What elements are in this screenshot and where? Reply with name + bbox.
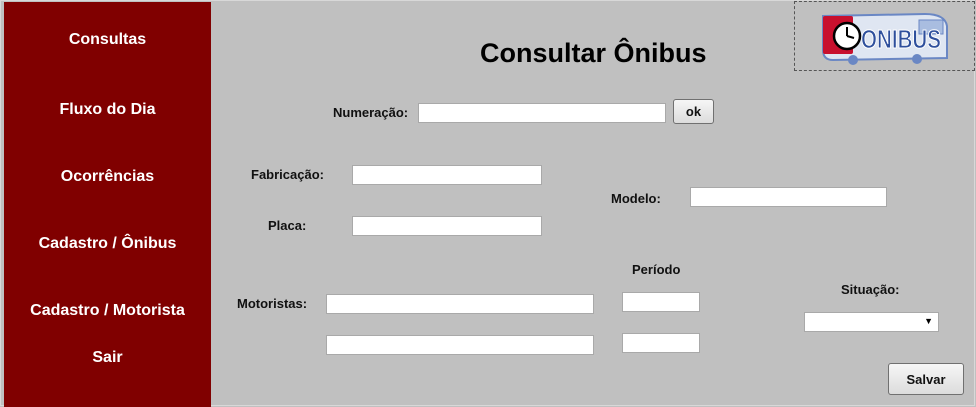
- ok-button[interactable]: ok: [673, 99, 714, 124]
- fabricacao-label: Fabricação:: [251, 167, 324, 182]
- sidebar-item-cadastro-onibus[interactable]: Cadastro / Ônibus: [4, 235, 211, 253]
- periodo-label: Período: [632, 262, 681, 277]
- salvar-button[interactable]: Salvar: [888, 363, 964, 395]
- sidebar-item-consultas[interactable]: Consultas: [4, 31, 211, 49]
- modelo-label: Modelo:: [611, 191, 661, 206]
- placa-label: Placa:: [268, 218, 307, 233]
- fabricacao-input[interactable]: [352, 165, 542, 185]
- sidebar-item-cadastro-motorista[interactable]: Cadastro / Motorista: [4, 302, 211, 320]
- periodo-end-input[interactable]: [622, 333, 700, 353]
- logo: ONIBUS: [822, 12, 948, 65]
- logo-container: ONIBUS: [794, 1, 975, 71]
- situacao-label: Situação:: [841, 282, 900, 297]
- sidebar-item-sair[interactable]: Sair: [4, 349, 211, 367]
- situacao-select[interactable]: ▼: [804, 312, 939, 332]
- clock-icon: [832, 21, 862, 51]
- chevron-down-icon: ▼: [924, 316, 933, 326]
- periodo-start-input[interactable]: [622, 292, 700, 312]
- placa-input[interactable]: [352, 216, 542, 236]
- numeracao-input[interactable]: [418, 103, 666, 123]
- modelo-input[interactable]: [690, 187, 887, 207]
- motorista-2-input[interactable]: [326, 335, 594, 355]
- numeracao-label: Numeração:: [333, 105, 409, 120]
- sidebar-item-fluxo-do-dia[interactable]: Fluxo do Dia: [4, 101, 211, 119]
- sidebar: Consultas Fluxo do Dia Ocorrências Cadas…: [4, 2, 211, 407]
- motorista-1-input[interactable]: [326, 294, 594, 314]
- page-title: Consultar Ônibus: [480, 38, 707, 68]
- sidebar-item-ocorrencias[interactable]: Ocorrências: [4, 168, 211, 186]
- motoristas-label: Motoristas:: [237, 296, 308, 311]
- logo-text: ONIBUS: [861, 24, 941, 54]
